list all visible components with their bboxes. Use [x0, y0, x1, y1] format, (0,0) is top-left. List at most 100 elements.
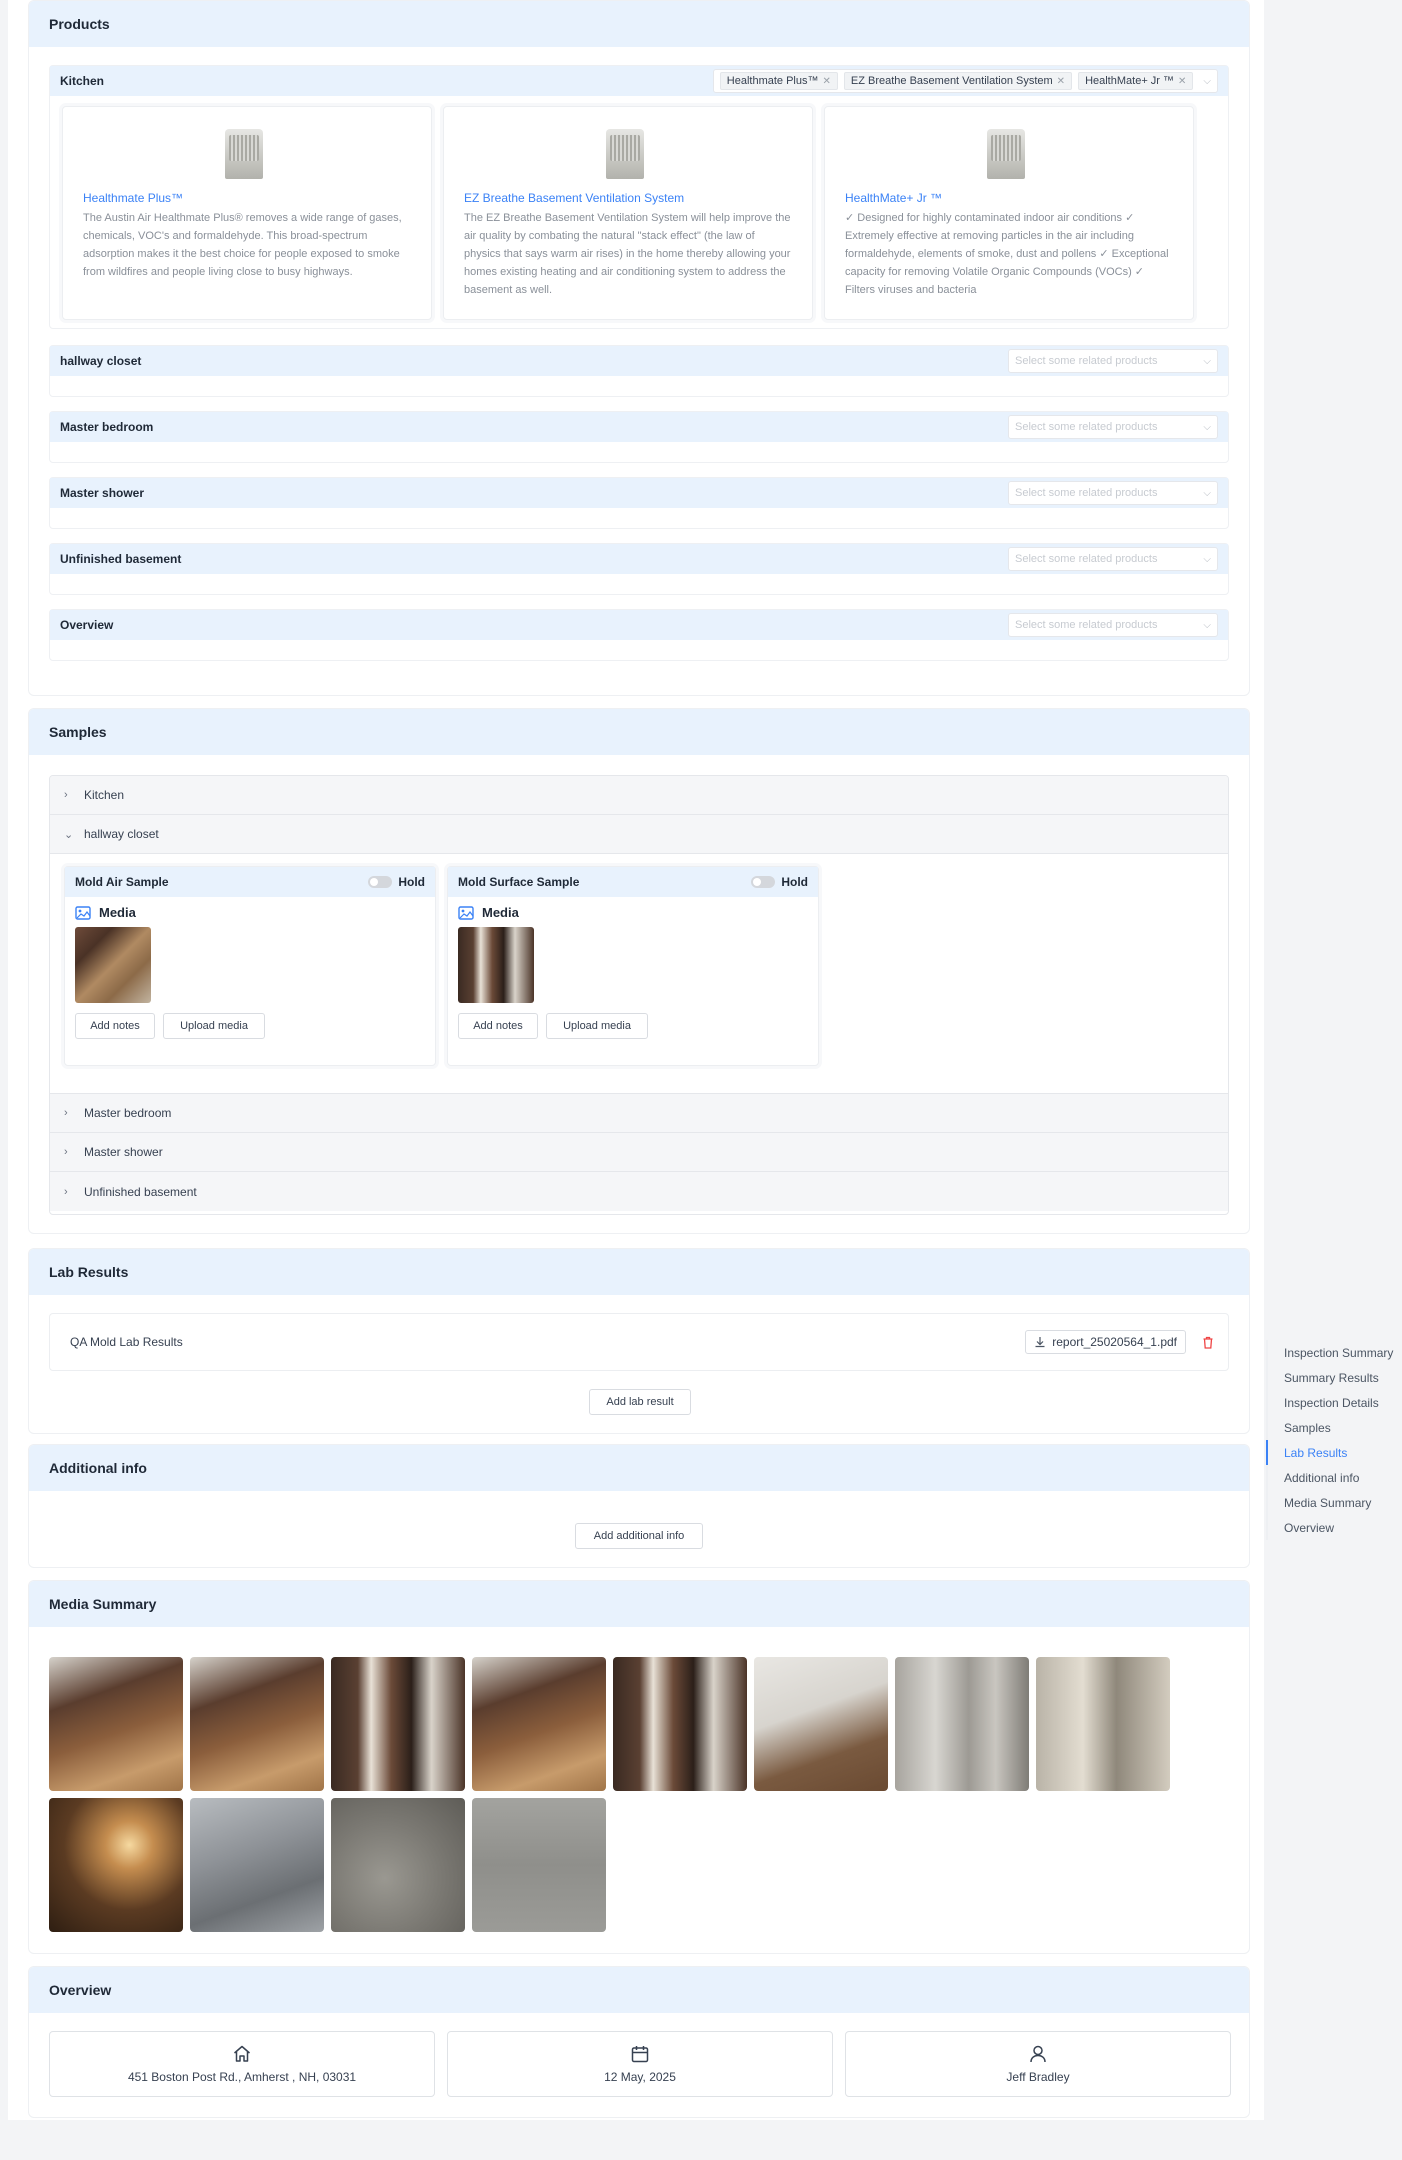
sample-title: Mold Surface Sample [458, 875, 580, 889]
gallery-image[interactable] [895, 1657, 1029, 1791]
add-lab-result-button[interactable]: Add lab result [589, 1389, 691, 1415]
chevron-right-icon: › [64, 1185, 68, 1198]
add-notes-button[interactable]: Add notes [75, 1013, 155, 1039]
nav-item-summary-results[interactable]: Summary Results [1266, 1365, 1402, 1390]
gallery-image[interactable] [190, 1798, 324, 1932]
room-products-unfinished-basement: Unfinished basement Select some related … [49, 543, 1229, 595]
nav-item-additional-info[interactable]: Additional info [1266, 1465, 1402, 1490]
room-name: Unfinished basement [60, 552, 182, 566]
nav-item-overview[interactable]: Overview [1266, 1515, 1402, 1540]
gallery-image[interactable] [1036, 1657, 1170, 1791]
room-name: Kitchen [60, 74, 105, 88]
overview-inspector-card: Jeff Bradley [845, 2031, 1231, 2097]
lab-results-section: Lab Results QA Mold Lab Results report_2… [28, 1248, 1250, 1434]
chevron-right-icon: › [64, 1146, 68, 1158]
product-title[interactable]: EZ Breathe Basement Ventilation System [464, 191, 684, 205]
nav-item-media-summary[interactable]: Media Summary [1266, 1490, 1402, 1515]
overview-address-card: 451 Boston Post Rd., Amherst , NH, 03031 [49, 2031, 435, 2097]
lab-results-title: Lab Results [29, 1249, 1249, 1295]
upload-media-button[interactable]: Upload media [163, 1013, 265, 1039]
remove-tag-icon[interactable]: ✕ [1057, 76, 1065, 87]
nav-item-inspection-details[interactable]: Inspection Details [1266, 1390, 1402, 1415]
nav-item-samples[interactable]: Samples [1266, 1415, 1402, 1440]
lab-result-file[interactable]: report_25020564_1.pdf [1025, 1330, 1186, 1354]
add-notes-button[interactable]: Add notes [458, 1013, 538, 1039]
product-title[interactable]: Healthmate Plus™ [83, 191, 183, 205]
product-image [225, 129, 263, 179]
accordion-item-hallway-closet[interactable]: ⌄ hallway closet [50, 815, 1228, 854]
chevron-down-icon: ⌄ [64, 828, 74, 841]
hold-toggle[interactable]: Hold [751, 875, 808, 889]
accordion-item-kitchen[interactable]: › Kitchen [50, 776, 1228, 815]
calendar-icon [631, 2046, 649, 2063]
product-card[interactable]: HealthMate+ Jr ™ ✓ Designed for highly c… [824, 106, 1194, 320]
toggle-switch[interactable] [368, 876, 393, 888]
additional-info-title: Additional info [29, 1445, 1249, 1491]
nav-item-lab-results[interactable]: Lab Results [1266, 1440, 1402, 1465]
product-tag[interactable]: EZ Breathe Basement Ventilation System ✕ [843, 72, 1073, 90]
trash-icon[interactable] [1202, 1336, 1214, 1349]
accordion-panel-hallway-closet: Mold Air Sample Hold Media Add notes Upl… [50, 854, 1228, 1094]
gallery-image[interactable] [331, 1798, 465, 1932]
user-icon [1030, 2045, 1046, 2063]
related-products-select[interactable]: Select some related products ⌵ [1008, 349, 1218, 373]
toggle-switch[interactable] [751, 876, 776, 888]
related-products-select[interactable]: Select some related products ⌵ [1008, 415, 1218, 439]
accordion-item-master-bedroom[interactable]: › Master bedroom [50, 1094, 1228, 1133]
gallery-image[interactable] [190, 1657, 324, 1791]
gallery-image[interactable] [472, 1798, 606, 1932]
page-outline-nav: Inspection Summary Summary Results Inspe… [1266, 1340, 1402, 1540]
remove-tag-icon[interactable]: ✕ [823, 76, 831, 87]
gallery-image[interactable] [49, 1798, 183, 1932]
overview-section: Overview 451 Boston Post Rd., Amherst , … [28, 1966, 1250, 2118]
nav-item-inspection-summary[interactable]: Inspection Summary [1266, 1340, 1402, 1365]
add-additional-info-button[interactable]: Add additional info [575, 1523, 703, 1549]
room-products-overview: Overview Select some related products ⌵ [49, 609, 1229, 661]
related-products-select[interactable]: Select some related products ⌵ [1008, 613, 1218, 637]
image-icon [75, 905, 91, 920]
product-image [987, 129, 1025, 179]
gallery-image[interactable] [472, 1657, 606, 1791]
media-summary-title: Media Summary [29, 1581, 1249, 1627]
media-label: Media [458, 905, 519, 920]
overview-date-card: 12 May, 2025 [447, 2031, 833, 2097]
room-name: Master bedroom [60, 420, 154, 434]
product-tag[interactable]: HealthMate+ Jr ™ ✕ [1078, 72, 1194, 90]
accordion-item-master-shower[interactable]: › Master shower [50, 1133, 1228, 1172]
product-description: The Austin Air Healthmate Plus® removes … [83, 212, 402, 278]
overview-title: Overview [29, 1967, 1249, 2013]
samples-title: Samples [29, 709, 1249, 755]
chevron-down-icon: ⌵ [1203, 487, 1211, 499]
related-products-select[interactable]: Select some related products ⌵ [1008, 547, 1218, 571]
related-products-select[interactable]: Select some related products ⌵ [1008, 481, 1218, 505]
sample-photo[interactable] [75, 927, 151, 1003]
sample-card-mold-air: Mold Air Sample Hold Media Add notes Upl… [64, 866, 436, 1066]
room-products-hallway-closet: hallway closet Select some related produ… [49, 345, 1229, 397]
related-products-select[interactable]: Healthmate Plus™ ✕ EZ Breathe Basement Ve… [712, 69, 1218, 93]
home-icon [234, 2045, 250, 2062]
chevron-down-icon[interactable]: ⌵ [1203, 76, 1211, 87]
product-tag[interactable]: Healthmate Plus™ ✕ [719, 72, 838, 90]
product-card[interactable]: Healthmate Plus™ The Austin Air Healthma… [62, 106, 432, 320]
gallery-image[interactable] [49, 1657, 183, 1791]
upload-media-button[interactable]: Upload media [546, 1013, 648, 1039]
product-card[interactable]: EZ Breathe Basement Ventilation System T… [443, 106, 813, 320]
additional-info-section: Additional info Add additional info [28, 1444, 1250, 1568]
remove-tag-icon[interactable]: ✕ [1178, 76, 1186, 87]
gallery-image[interactable] [613, 1657, 747, 1791]
download-icon [1035, 1337, 1045, 1348]
gallery-image[interactable] [331, 1657, 465, 1791]
products-section: Products Kitchen Healthmate Plus™ ✕ EZ Br… [28, 0, 1250, 696]
accordion-item-unfinished-basement[interactable]: › Unfinished basement [50, 1172, 1228, 1211]
room-name: Overview [60, 618, 114, 632]
samples-accordion: › Kitchen ⌄ hallway closet Mold Air Samp… [49, 775, 1229, 1215]
product-title[interactable]: HealthMate+ Jr ™ [845, 191, 942, 205]
chevron-down-icon: ⌵ [1203, 553, 1211, 565]
sample-photo[interactable] [458, 927, 534, 1003]
gallery-image[interactable] [754, 1657, 888, 1791]
chevron-down-icon: ⌵ [1203, 421, 1211, 433]
image-icon [458, 905, 474, 920]
room-products-master-bedroom: Master bedroom Select some related produ… [49, 411, 1229, 463]
chevron-down-icon: ⌵ [1203, 619, 1211, 631]
hold-toggle[interactable]: Hold [368, 875, 425, 889]
